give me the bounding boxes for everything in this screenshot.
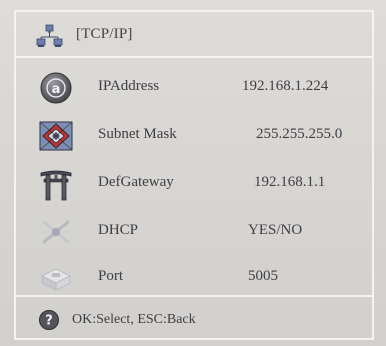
footer-hint-bar: ? OK:Select, ESC:Back	[16, 304, 372, 338]
page-title: [TCP/IP]	[76, 26, 133, 42]
network-computers-icon	[36, 24, 63, 47]
title-bar: [TCP/IP]	[16, 12, 372, 58]
setting-row-ip-address[interactable]: a IPAddress 192.168.1.224	[16, 64, 372, 112]
default-gateway-label: DefGateway	[98, 174, 174, 190]
ip-address-icon: a	[40, 72, 72, 104]
subnet-mask-label: Subnet Mask	[98, 126, 177, 142]
settings-panel: [TCP/IP] a IPAddress 192.168.1.224 Subne…	[14, 10, 374, 340]
subnet-mask-value: 255.255.255.0	[256, 126, 343, 142]
dhcp-value: YES/NO	[248, 222, 303, 238]
svg-text:?: ?	[45, 314, 53, 329]
dhcp-label: DHCP	[98, 222, 139, 238]
ip-address-label: IPAddress	[98, 78, 160, 94]
help-icon: ?	[39, 310, 59, 330]
gateway-icon	[40, 170, 72, 201]
default-gateway-value: 192.168.1.1	[254, 174, 326, 190]
port-label: Port	[98, 268, 124, 284]
ip-address-value: 192.168.1.224	[242, 78, 329, 94]
setting-row-dhcp[interactable]: DHCP YES/NO	[16, 208, 372, 256]
port-value: 5005	[248, 268, 278, 284]
tcpip-settings-screen: [TCP/IP] a IPAddress 192.168.1.224 Subne…	[0, 0, 386, 346]
subnet-mask-icon	[39, 121, 73, 151]
dhcp-icon	[41, 220, 71, 244]
port-icon	[41, 268, 71, 291]
footer-divider	[16, 295, 372, 297]
svg-text:a: a	[52, 82, 61, 97]
setting-row-subnet-mask[interactable]: Subnet Mask 255.255.255.0	[16, 112, 372, 160]
footer-hint-text: OK:Select, ESC:Back	[72, 312, 196, 327]
setting-row-default-gateway[interactable]: DefGateway 192.168.1.1	[16, 160, 372, 208]
